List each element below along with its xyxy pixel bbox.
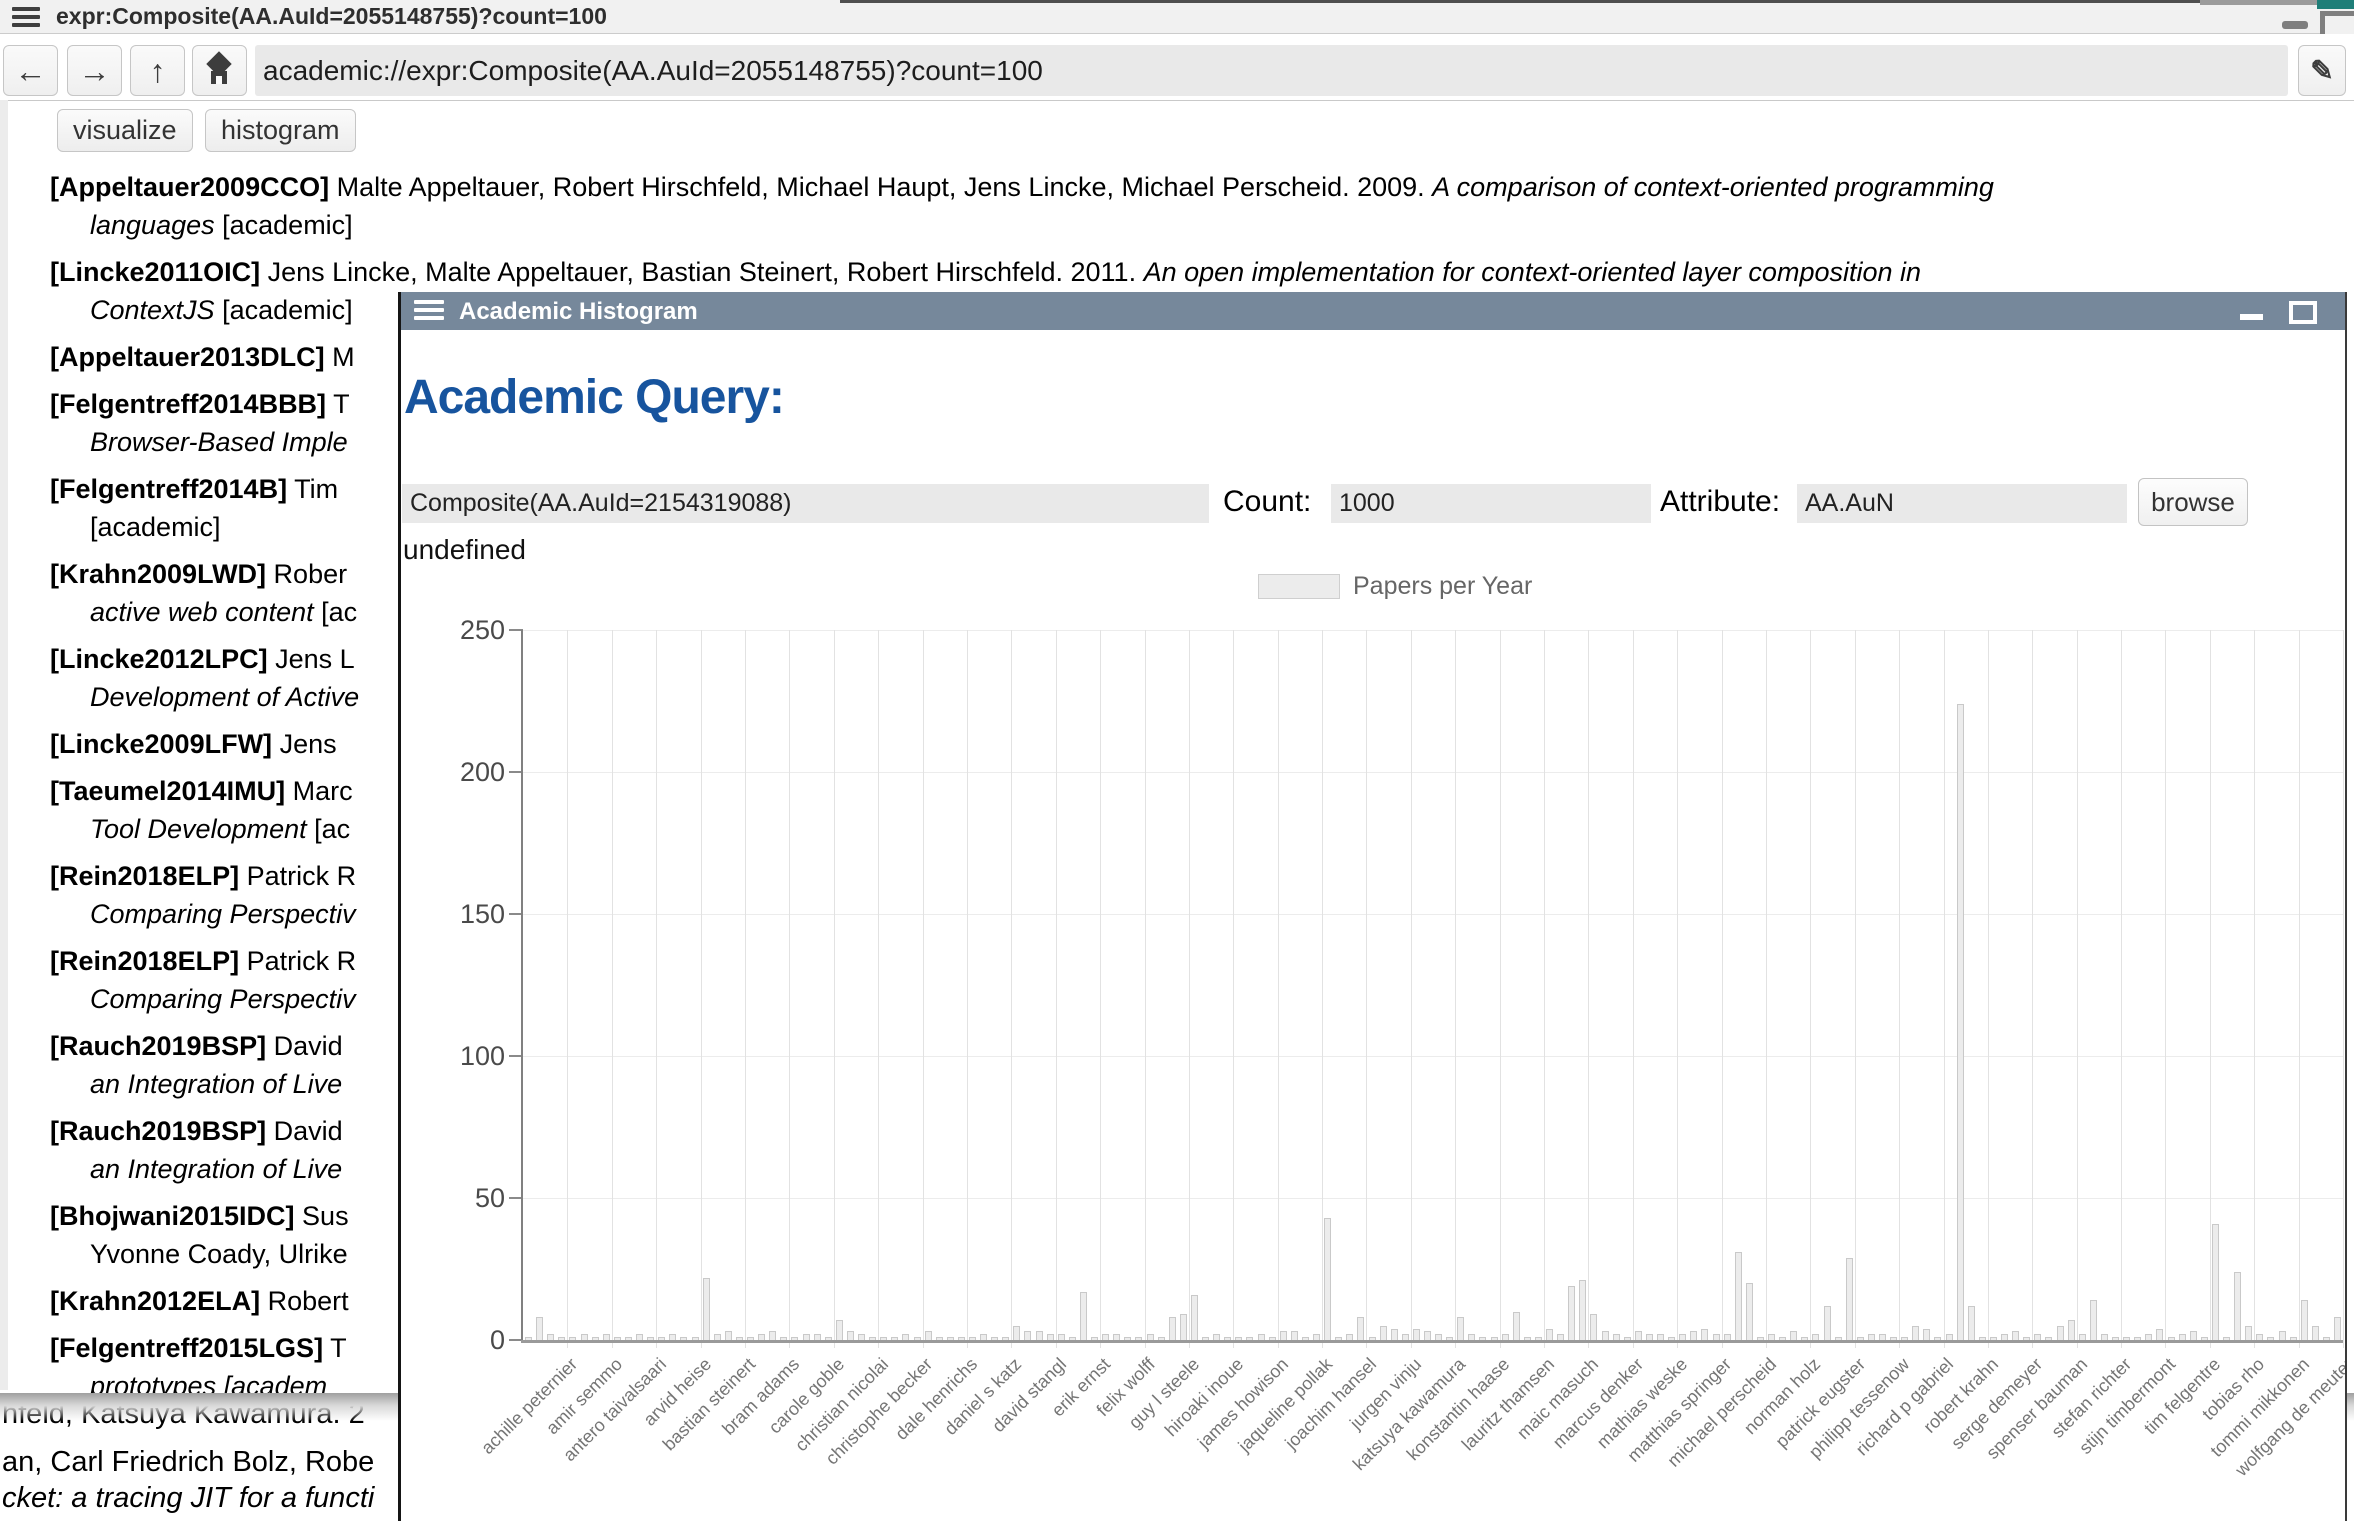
chart-bar[interactable] — [1602, 1331, 1609, 1340]
y-axis-label: 50 — [419, 1183, 505, 1213]
attribute-label: Attribute: — [1660, 485, 1780, 519]
chart-bar[interactable] — [2190, 1331, 2197, 1340]
chart-bar[interactable] — [2012, 1331, 2019, 1340]
chart-bar[interactable] — [2301, 1300, 2308, 1340]
chart-bar[interactable] — [536, 1317, 543, 1340]
chart-bar[interactable] — [1957, 704, 1964, 1340]
chart-bar[interactable] — [1546, 1329, 1553, 1340]
chart-bar[interactable] — [847, 1331, 854, 1340]
attribute-input[interactable] — [1797, 484, 2127, 523]
screen: expr:Composite(AA.AuId=2055148755)?count… — [0, 0, 2354, 1521]
query-row: Count: Attribute: browse — [401, 482, 2345, 528]
chart-bar[interactable] — [2279, 1331, 2286, 1340]
y-axis-label: 250 — [419, 615, 505, 645]
y-axis-label: 150 — [419, 899, 505, 929]
chart-bar[interactable] — [1457, 1317, 1464, 1340]
chart-bar[interactable] — [1513, 1312, 1520, 1340]
legend-label: Papers per Year — [1353, 572, 1532, 601]
chart-bar[interactable] — [1413, 1329, 1420, 1340]
chart-bar[interactable] — [2212, 1224, 2219, 1340]
chart-bar[interactable] — [1846, 1258, 1853, 1340]
chart-bar[interactable] — [836, 1320, 843, 1340]
chart-bar[interactable] — [769, 1331, 776, 1340]
chart-bar[interactable] — [1424, 1331, 1431, 1340]
chart-bar[interactable] — [1824, 1306, 1831, 1340]
chart-bar[interactable] — [703, 1278, 710, 1340]
chart-bar[interactable] — [1024, 1331, 1031, 1340]
chart-bar[interactable] — [1746, 1283, 1753, 1340]
y-axis-label: 200 — [419, 757, 505, 787]
histogram-content: Academic Query: Count: Attribute: browse… — [401, 330, 2345, 1521]
chart-bar[interactable] — [1357, 1317, 1364, 1340]
chart-bar[interactable] — [725, 1331, 732, 1340]
papers-chart[interactable]: Papers per Year achille peternieramir se… — [401, 560, 2345, 1521]
chart-bar[interactable] — [1735, 1252, 1742, 1340]
query-heading: Academic Query: — [404, 370, 784, 425]
browse-button[interactable]: browse — [2138, 478, 2248, 526]
count-label: Count: — [1223, 485, 1311, 519]
chart-bar[interactable] — [1590, 1314, 1597, 1340]
histogram-window: Academic Histogram Academic Query: Count… — [398, 292, 2347, 1521]
chart-bar[interactable] — [2068, 1320, 2075, 1340]
chart-bar[interactable] — [1391, 1329, 1398, 1340]
y-axis-label: 100 — [419, 1041, 505, 1071]
chart-bar[interactable] — [1579, 1280, 1586, 1340]
histogram-titlebar[interactable]: Academic Histogram — [401, 292, 2345, 330]
chart-bar[interactable] — [1036, 1331, 1043, 1340]
chart-bar[interactable] — [1790, 1331, 1797, 1340]
chart-bar[interactable] — [1568, 1286, 1575, 1340]
chart-bar[interactable] — [2334, 1317, 2341, 1340]
chart-bar[interactable] — [2234, 1272, 2241, 1340]
chart-bar[interactable] — [1191, 1295, 1198, 1340]
chart-bar[interactable] — [1635, 1331, 1642, 1340]
chart-bar[interactable] — [1690, 1331, 1697, 1340]
background-text-line: cket: a tracing JIT for a functi — [2, 1482, 374, 1515]
histogram-minimize-icon[interactable] — [2240, 314, 2263, 320]
chart-bar[interactable] — [1169, 1317, 1176, 1340]
chart-bar[interactable] — [1324, 1218, 1331, 1340]
background-text-line: an, Carl Friedrich Bolz, Robe — [2, 1446, 374, 1479]
y-axis-label: 0 — [419, 1325, 505, 1355]
query-expression-input[interactable] — [402, 484, 1209, 523]
histogram-window-title: Academic Histogram — [459, 298, 698, 326]
chart-bar[interactable] — [2245, 1326, 2252, 1340]
histogram-maximize-icon[interactable] — [2289, 301, 2317, 324]
chart-bar[interactable] — [2156, 1329, 2163, 1340]
chart-bar[interactable] — [1180, 1314, 1187, 1340]
chart-bar[interactable] — [1701, 1329, 1708, 1340]
chart-bar[interactable] — [1013, 1326, 1020, 1340]
chart-bar[interactable] — [1968, 1306, 1975, 1340]
chart-bar[interactable] — [1080, 1292, 1087, 1340]
legend-swatch — [1258, 574, 1340, 599]
chart-bar[interactable] — [1280, 1331, 1287, 1340]
chart-bar[interactable] — [1291, 1331, 1298, 1340]
chart-bar[interactable] — [2057, 1326, 2064, 1340]
histogram-menu-icon[interactable] — [414, 300, 444, 322]
chart-bar[interactable] — [1912, 1326, 1919, 1340]
chart-bar[interactable] — [2312, 1326, 2319, 1340]
chart-bar[interactable] — [2090, 1300, 2097, 1340]
chart-bar[interactable] — [1380, 1326, 1387, 1340]
count-input[interactable] — [1331, 484, 1651, 523]
chart-bar[interactable] — [925, 1331, 932, 1340]
chart-bar[interactable] — [1923, 1329, 1930, 1340]
